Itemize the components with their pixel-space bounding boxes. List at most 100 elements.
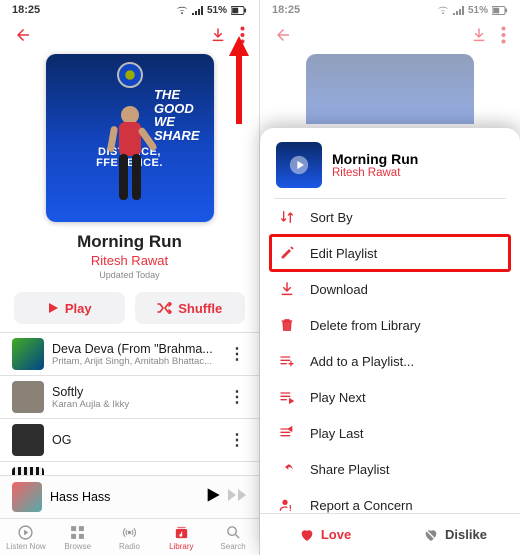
- nav-library[interactable]: Library: [155, 519, 207, 555]
- track-row[interactable]: Scars: [0, 461, 259, 475]
- heart-slash-icon: [423, 527, 439, 543]
- track-art: [12, 338, 44, 370]
- nav-browse[interactable]: Browse: [52, 519, 104, 555]
- play-controls: Play Shuffle: [14, 292, 245, 324]
- sort-icon: [278, 209, 296, 225]
- screen-playlist: 18:25 51%: [0, 0, 260, 555]
- signal-icon: [192, 6, 203, 15]
- cover-text: WE: [154, 115, 200, 129]
- mini-next-button[interactable]: [227, 488, 247, 507]
- track-art: [12, 381, 44, 413]
- action-sheet: Morning Run Ritesh Rawat Sort By Edit Pl…: [260, 128, 520, 555]
- menu-share[interactable]: Share Playlist: [260, 451, 520, 487]
- playlist-cover[interactable]: THE GOOD WE SHARE DISTANCE, FFERENCE.: [46, 54, 214, 222]
- status-right: 51%: [437, 5, 508, 16]
- menu-label: Report a Concern: [310, 498, 413, 513]
- search-icon: [225, 524, 242, 541]
- download-button[interactable]: [210, 27, 226, 43]
- sheet-author[interactable]: Ritesh Rawat: [332, 167, 418, 179]
- menu-play-last[interactable]: Play Last: [260, 415, 520, 451]
- menu-sort-by[interactable]: Sort By: [260, 199, 520, 235]
- menu-delete[interactable]: Delete from Library: [260, 307, 520, 343]
- play-last-icon: [278, 425, 296, 441]
- cover-text: THE: [154, 88, 200, 102]
- dimmed-cover: [306, 54, 474, 124]
- status-right: 51%: [176, 5, 247, 16]
- play-overlay-icon: [276, 142, 322, 188]
- track-more-button[interactable]: ⋮: [227, 430, 247, 450]
- menu-label: Add to a Playlist...: [310, 354, 414, 369]
- nav-search[interactable]: Search: [207, 519, 259, 555]
- cover-text: SHARE: [154, 129, 200, 143]
- dislike-label: Dislike: [445, 527, 487, 542]
- play-button[interactable]: Play: [14, 292, 125, 324]
- shuffle-button[interactable]: Shuffle: [135, 292, 246, 324]
- cover-text: GOOD: [154, 102, 200, 116]
- menu-label: Edit Playlist: [310, 246, 377, 261]
- mini-player[interactable]: Hass Hass: [0, 475, 259, 518]
- sheet-cover[interactable]: [276, 142, 322, 188]
- download-button[interactable]: [471, 27, 487, 43]
- nav-label: Browse: [64, 542, 91, 551]
- track-row[interactable]: OG ⋮: [0, 418, 259, 461]
- menu-play-next[interactable]: Play Next: [260, 379, 520, 415]
- sheet-header: Morning Run Ritesh Rawat: [260, 128, 520, 198]
- nav-label: Search: [220, 542, 245, 551]
- screen-action-sheet: 18:25 51%: [260, 0, 520, 555]
- track-more-button[interactable]: ⋮: [227, 387, 247, 407]
- more-button[interactable]: [501, 26, 506, 44]
- menu-add-playlist[interactable]: Add to a Playlist...: [260, 343, 520, 379]
- nav-label: Radio: [119, 542, 140, 551]
- more-button[interactable]: [240, 26, 245, 44]
- wifi-icon: [437, 6, 449, 15]
- track-subtitle: Karan Aujla & Ikky: [52, 399, 219, 410]
- playlist-add-icon: [278, 353, 296, 369]
- menu-label: Delete from Library: [310, 318, 421, 333]
- status-battery: 51%: [207, 5, 227, 16]
- play-circle-icon: [17, 524, 34, 541]
- report-icon: [278, 497, 296, 513]
- menu-label: Play Next: [310, 390, 366, 405]
- track-art: [12, 467, 44, 475]
- sheet-title: Morning Run: [332, 151, 418, 167]
- edit-icon: [278, 245, 296, 261]
- bottom-nav: Listen Now Browse Radio Library Search: [0, 518, 259, 555]
- grid-icon: [69, 524, 86, 541]
- nav-listen-now[interactable]: Listen Now: [0, 519, 52, 555]
- track-row[interactable]: SoftlyKaran Aujla & Ikky ⋮: [0, 375, 259, 418]
- playlist-author[interactable]: Ritesh Rawat: [91, 253, 168, 268]
- nav-label: Listen Now: [6, 542, 46, 551]
- track-title: Deva Deva (From "Brahma...: [52, 342, 219, 356]
- playlist-title: Morning Run: [77, 232, 182, 252]
- share-icon: [278, 461, 296, 477]
- track-art: [12, 424, 44, 456]
- mini-title: Hass Hass: [50, 490, 197, 504]
- shuffle-label: Shuffle: [178, 301, 222, 316]
- play-next-icon: [278, 389, 296, 405]
- nav-radio[interactable]: Radio: [104, 519, 156, 555]
- playlist-updated: Updated Today: [99, 270, 159, 280]
- menu-download[interactable]: Download: [260, 271, 520, 307]
- battery-icon: [492, 6, 508, 15]
- playlist-info: THE GOOD WE SHARE DISTANCE, FFERENCE. Mo…: [0, 48, 259, 282]
- mini-play-button[interactable]: [205, 487, 221, 508]
- menu-label: Download: [310, 282, 368, 297]
- track-title: OG: [52, 433, 219, 447]
- radio-icon: [121, 524, 138, 541]
- dislike-button[interactable]: Dislike: [390, 514, 520, 555]
- signal-icon: [453, 6, 464, 15]
- nav-label: Library: [169, 542, 193, 551]
- menu-edit-playlist[interactable]: Edit Playlist: [270, 235, 510, 271]
- love-button[interactable]: Love: [260, 514, 390, 555]
- download-icon: [278, 281, 296, 297]
- track-row[interactable]: Deva Deva (From "Brahma...Pritam, Arijit…: [0, 332, 259, 375]
- back-button[interactable]: [14, 26, 32, 44]
- sheet-menu: Sort By Edit Playlist Download Delete fr…: [260, 199, 520, 513]
- track-more-button[interactable]: ⋮: [227, 344, 247, 364]
- mini-art: [12, 482, 42, 512]
- menu-label: Share Playlist: [310, 462, 389, 477]
- track-subtitle: Pritam, Arijit Singh, Amitabh Bhattac...: [52, 356, 219, 367]
- track-list[interactable]: Deva Deva (From "Brahma...Pritam, Arijit…: [0, 332, 259, 475]
- back-button[interactable]: [274, 26, 292, 44]
- menu-report[interactable]: Report a Concern: [260, 487, 520, 513]
